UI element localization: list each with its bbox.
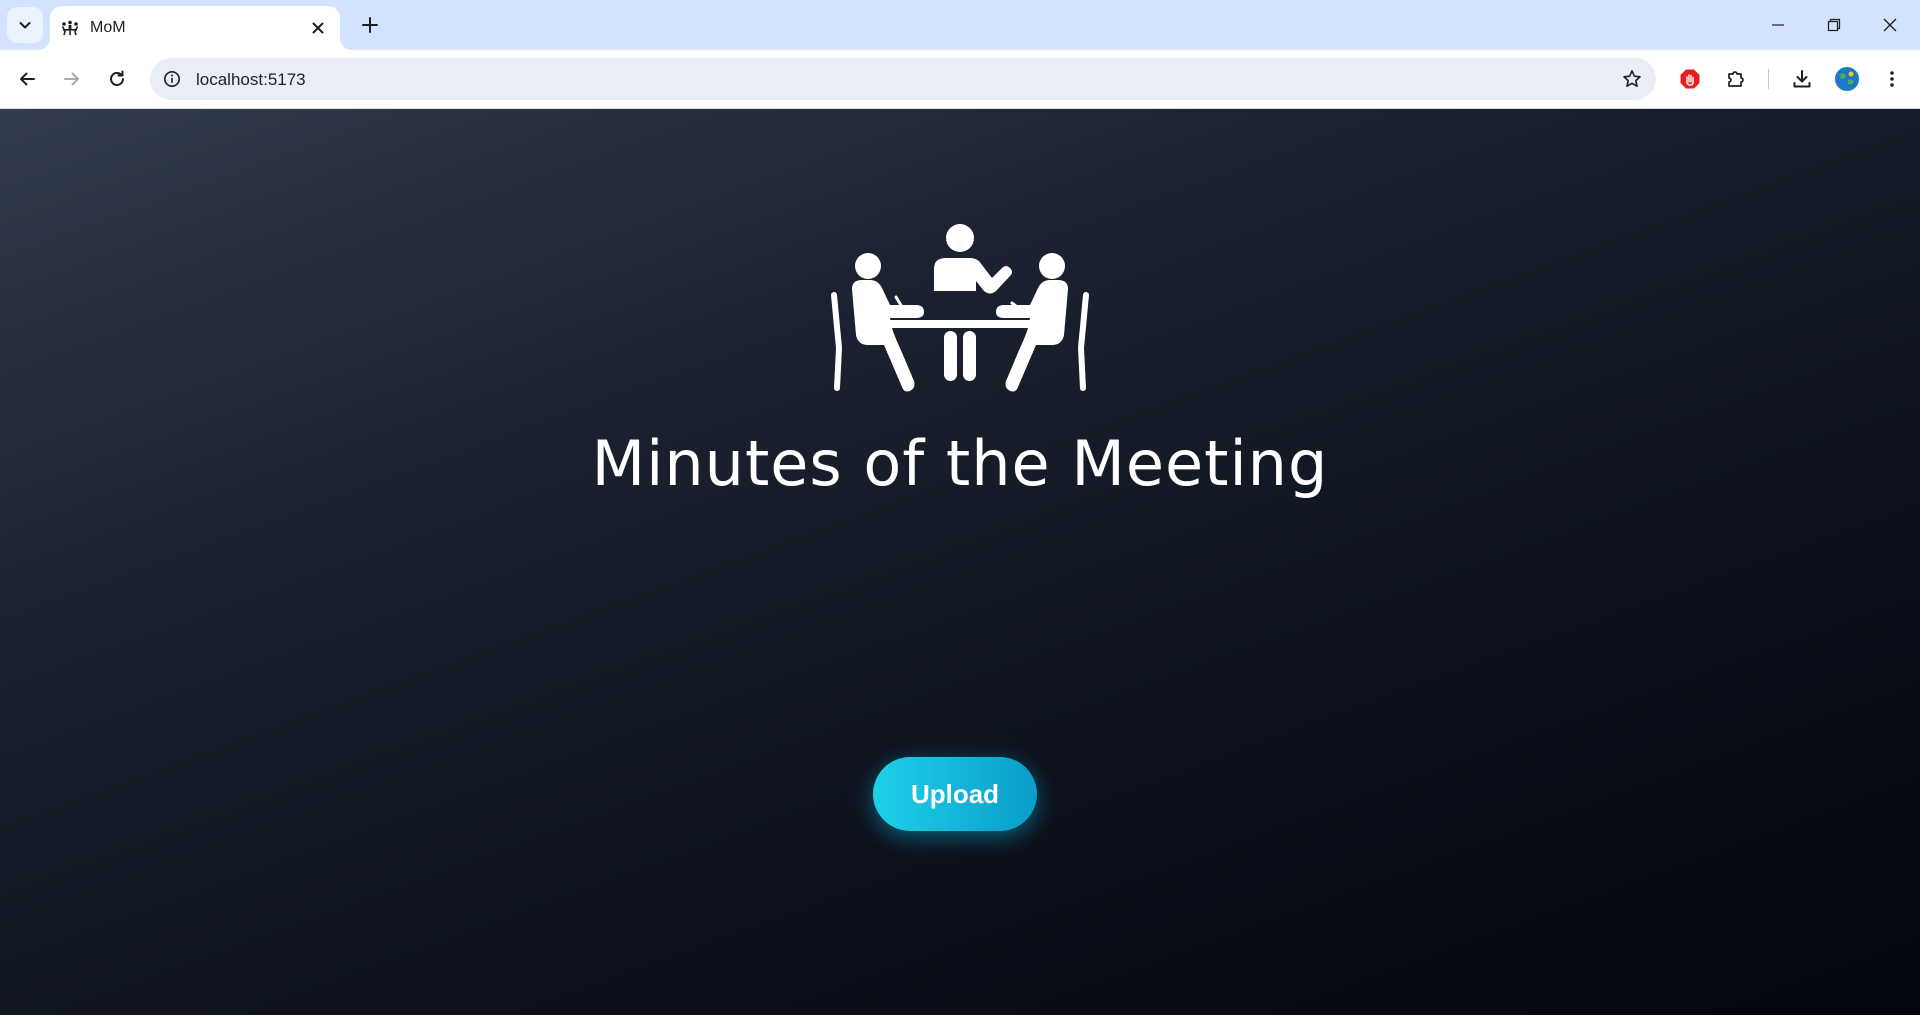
extensions-button[interactable]: [1718, 61, 1754, 97]
tab-title: MoM: [90, 19, 126, 36]
arrow-right-icon: [64, 72, 79, 86]
stop-hand-icon: [1680, 69, 1700, 89]
page-viewport: Minutes of the Meeting Upload: [0, 109, 1920, 1015]
plus-icon: [362, 17, 378, 33]
reload-icon: [110, 70, 124, 86]
browser-window: MoM localhost:5173 Minutes of the Meetin…: [0, 0, 1920, 1015]
page-title: Minutes of the Meeting: [591, 427, 1329, 500]
reload-button[interactable]: [99, 61, 135, 97]
back-button[interactable]: [9, 61, 45, 97]
close-window-button[interactable]: [1862, 0, 1918, 50]
forward-button[interactable]: [54, 61, 90, 97]
site-info-button[interactable]: [160, 67, 184, 91]
browser-toolbar: localhost:5173: [0, 50, 1920, 109]
url-text: localhost:5173: [196, 70, 306, 89]
upload-button[interactable]: Upload: [873, 757, 1037, 831]
bookmark-button[interactable]: [1618, 65, 1646, 93]
extension-stop-button[interactable]: [1672, 61, 1708, 97]
minimize-button[interactable]: [1750, 0, 1806, 50]
chevron-down-icon: [19, 22, 31, 29]
tab-strip: MoM: [0, 0, 1920, 50]
download-icon: [1793, 70, 1811, 88]
close-icon: [1883, 18, 1897, 32]
restore-button[interactable]: [1806, 0, 1862, 50]
tab-active[interactable]: MoM: [50, 6, 340, 50]
more-vertical-icon: [1890, 71, 1894, 87]
puzzle-icon: [1728, 71, 1744, 87]
minimize-icon: [1772, 24, 1784, 26]
tab-close-button[interactable]: [306, 16, 330, 40]
meeting-table-icon: [831, 224, 1089, 392]
menu-button[interactable]: [1874, 61, 1910, 97]
arrow-left-icon: [20, 72, 35, 86]
address-bar[interactable]: localhost:5173: [150, 58, 1656, 100]
star-icon: [1623, 70, 1641, 87]
restore-icon: [1827, 18, 1841, 32]
info-icon: [164, 71, 180, 87]
avatar: [1835, 67, 1859, 91]
new-tab-button[interactable]: [352, 7, 388, 43]
downloads-button[interactable]: [1784, 61, 1820, 97]
close-icon: [312, 22, 324, 34]
profile-button[interactable]: [1829, 61, 1865, 97]
toolbar-divider: [1768, 69, 1769, 89]
meeting-people-icon: [61, 20, 79, 36]
